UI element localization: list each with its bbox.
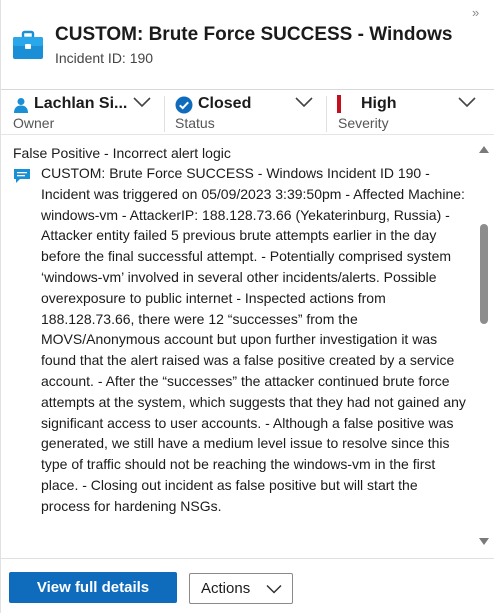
incident-title: CUSTOM: Brute Force SUCCESS - Windows: [55, 24, 453, 45]
briefcase-icon: [13, 30, 43, 59]
actions-button[interactable]: Actions: [189, 573, 293, 604]
severity-label: Severity: [338, 115, 389, 131]
owner-dropdown[interactable]: Lachlan Si... Owner: [1, 90, 163, 134]
incident-comments: False Positive - Incorrect alert logic C…: [1, 135, 475, 559]
severity-bar-icon: [337, 95, 341, 113]
actions-label: Actions: [201, 580, 251, 597]
status-label: Status: [175, 115, 215, 131]
person-icon: [14, 98, 28, 113]
chevron-down-icon: [266, 584, 282, 594]
chevron-down-icon: [295, 97, 313, 108]
view-full-details-button[interactable]: View full details: [9, 572, 177, 603]
status-dropdown[interactable]: Closed Status: [165, 90, 325, 134]
scroll-down-arrow[interactable]: [479, 538, 489, 545]
panel-footer: View full details Actions: [1, 559, 494, 613]
comment-text: CUSTOM: Brute Force SUCCESS - Windows In…: [41, 165, 466, 514]
status-value: Closed: [198, 95, 252, 112]
chevron-down-icon: [458, 97, 476, 108]
incident-header: CUSTOM: Brute Force SUCCESS - Windows In…: [1, 0, 494, 88]
comment-icon: [14, 169, 30, 183]
incident-panel: » CUSTOM: Brute Force SUCCESS - Windows …: [0, 0, 494, 613]
owner-value: Lachlan Si...: [34, 95, 128, 112]
owner-label: Owner: [13, 115, 55, 131]
incident-properties: Lachlan Si... Owner Closed Status High S…: [1, 90, 494, 134]
scroll-up-arrow[interactable]: [479, 146, 489, 153]
classification-text: False Positive - Incorrect alert logic: [13, 145, 231, 161]
chevron-down-icon: [133, 97, 151, 108]
incident-id: Incident ID: 190: [55, 50, 154, 66]
check-circle-icon: [175, 96, 193, 114]
content-scrollbar[interactable]: [477, 140, 491, 554]
severity-value: High: [361, 95, 397, 112]
severity-dropdown[interactable]: High Severity: [327, 90, 494, 134]
scroll-thumb[interactable]: [480, 224, 488, 324]
